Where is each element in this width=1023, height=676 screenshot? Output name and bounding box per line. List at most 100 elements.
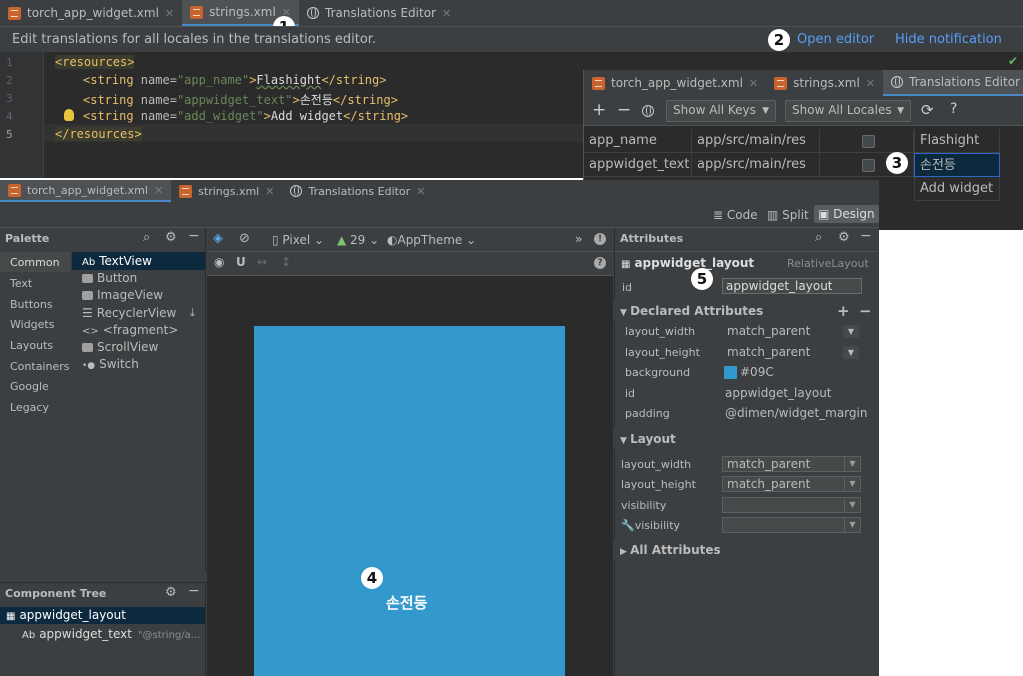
palette-item-switch[interactable]: •● Switch bbox=[82, 357, 139, 371]
split-mode-button[interactable]: ▥ Split bbox=[767, 208, 809, 222]
declared-attributes-header[interactable]: ▼ Declared Attributes + − bbox=[614, 301, 877, 321]
tab-translations-editor[interactable]: Translations Editor ✕ bbox=[282, 180, 433, 202]
palette-item-recyclerview[interactable]: ☰ RecyclerView bbox=[82, 306, 176, 320]
close-icon[interactable]: ✕ bbox=[866, 77, 875, 90]
layout-attr-dropdown[interactable]: ▼ bbox=[722, 497, 861, 513]
design-mode-button[interactable]: ▣ Design bbox=[814, 205, 879, 223]
palette-item-scrollview[interactable]: ScrollView bbox=[82, 340, 158, 354]
close-icon[interactable]: ✕ bbox=[165, 7, 174, 20]
gear-icon[interactable]: ⚙ bbox=[165, 230, 177, 245]
tab-label: Translations Editor bbox=[325, 6, 436, 20]
value-cell[interactable]: Add widget bbox=[914, 177, 1000, 201]
open-editor-link[interactable]: Open editor bbox=[797, 32, 874, 47]
add-key-button[interactable]: + bbox=[592, 100, 606, 120]
layout-attr-dropdown[interactable]: match_parent ▼ bbox=[722, 476, 861, 492]
all-attributes-header[interactable]: ▶ All Attributes bbox=[614, 540, 877, 560]
theme-dropdown[interactable]: ◐AppTheme ⌄ bbox=[387, 233, 476, 247]
layout-attr-dropdown[interactable]: ▼ bbox=[722, 517, 861, 533]
tree-item-root[interactable]: ▦ appwidget_layout bbox=[6, 608, 126, 622]
palette-item-fragment[interactable]: <> <fragment> bbox=[82, 323, 178, 337]
id-input[interactable]: appwidget_layout bbox=[722, 278, 862, 294]
widget-preview[interactable]: 손전등 bbox=[254, 326, 565, 676]
minimize-icon[interactable]: − bbox=[188, 583, 200, 599]
remove-key-button[interactable]: − bbox=[617, 100, 631, 120]
close-icon[interactable]: ✕ bbox=[154, 184, 163, 197]
add-locale-icon[interactable] bbox=[642, 105, 654, 117]
declared-attr-value[interactable]: appwidget_layout bbox=[725, 386, 832, 400]
palette-category-legacy[interactable]: Legacy bbox=[10, 401, 49, 414]
key-cell[interactable]: appwidget_text bbox=[584, 153, 692, 177]
help-icon[interactable]: ? bbox=[594, 257, 606, 269]
palette-category-common[interactable]: Common bbox=[10, 256, 60, 269]
android-icon: ▲ bbox=[337, 233, 351, 247]
show-keys-dropdown[interactable]: Show All Keys ▼ bbox=[666, 100, 776, 122]
close-icon[interactable]: ✕ bbox=[442, 7, 451, 20]
minimize-icon[interactable]: − bbox=[188, 228, 200, 244]
resource-cell[interactable]: app/src/main/res bbox=[692, 129, 820, 153]
palette-category-layouts[interactable]: Layouts bbox=[10, 339, 53, 352]
palette-category-google[interactable]: Google bbox=[10, 380, 49, 393]
palette-item-imageview[interactable]: ImageView bbox=[82, 288, 163, 302]
scroll-icon bbox=[82, 343, 93, 352]
overflow-icon[interactable]: » bbox=[575, 232, 582, 246]
palette-category-text[interactable]: Text bbox=[10, 277, 32, 290]
key-cell[interactable]: app_name bbox=[584, 129, 692, 153]
search-icon[interactable]: ⌕ bbox=[143, 230, 150, 245]
hide-notification-link[interactable]: Hide notification bbox=[895, 32, 1002, 47]
layout-attr-dropdown[interactable]: match_parent ▼ bbox=[722, 456, 861, 472]
gear-icon[interactable]: ⚙ bbox=[838, 230, 850, 245]
palette-category-widgets[interactable]: Widgets bbox=[10, 318, 54, 331]
download-icon[interactable]: ⤓ bbox=[190, 306, 195, 320]
palette-category-containers[interactable]: Containers bbox=[10, 360, 70, 373]
tab-translations-editor[interactable]: Translations Editor ✕ bbox=[299, 0, 459, 26]
value-cell[interactable]: Flashight bbox=[914, 129, 1000, 153]
chevron-down-icon[interactable]: ▼ bbox=[843, 325, 859, 338]
palette-item-textview[interactable]: Ab TextView bbox=[82, 254, 152, 268]
declared-attr-value[interactable]: match_parent bbox=[727, 345, 810, 359]
untranslatable-checkbox[interactable] bbox=[862, 159, 875, 172]
color-swatch[interactable] bbox=[724, 366, 737, 379]
tab-torch-app-widget[interactable]: torch_app_widget.xml ✕ bbox=[0, 180, 172, 202]
remove-icon[interactable]: − bbox=[859, 301, 872, 321]
tab-strings-xml[interactable]: strings.xml ✕ bbox=[766, 70, 883, 96]
vertical-constrain-icon[interactable]: ↕ bbox=[281, 255, 291, 269]
device-dropdown[interactable]: ▯ Pixel ⌄ bbox=[272, 233, 324, 247]
gear-icon[interactable]: ⚙ bbox=[165, 585, 177, 600]
palette-item-button[interactable]: Button bbox=[82, 271, 137, 285]
resource-cell[interactable]: app/src/main/res bbox=[692, 153, 820, 177]
palette-category-buttons[interactable]: Buttons bbox=[10, 298, 53, 311]
show-locales-dropdown[interactable]: Show All Locales ▼ bbox=[785, 100, 911, 122]
tab-torch-app-widget[interactable]: torch_app_widget.xml ✕ bbox=[584, 70, 766, 96]
untranslatable-checkbox[interactable] bbox=[862, 135, 875, 148]
tab-label: strings.xml bbox=[793, 76, 860, 90]
layout-section-header[interactable]: ▼ Layout bbox=[614, 429, 877, 449]
preview-text[interactable]: 손전등 bbox=[386, 592, 427, 613]
close-icon[interactable]: ✕ bbox=[265, 185, 274, 198]
add-icon[interactable]: + bbox=[837, 301, 850, 321]
close-icon[interactable]: ✕ bbox=[416, 185, 425, 198]
design-canvas[interactable]: 손전등 bbox=[207, 276, 613, 676]
code-mode-button[interactable]: ≣ Code bbox=[713, 208, 758, 222]
tree-item-child[interactable]: Ab appwidget_text "@string/a... bbox=[22, 627, 200, 641]
close-icon[interactable]: ✕ bbox=[749, 77, 758, 90]
horizontal-constrain-icon[interactable]: ↔ bbox=[257, 255, 267, 269]
warning-icon[interactable]: ! bbox=[594, 233, 606, 245]
api-dropdown[interactable]: ▲ 29 ⌄ bbox=[337, 233, 379, 247]
magnet-icon[interactable]: U bbox=[236, 255, 246, 269]
tab-torch-app-widget[interactable]: torch_app_widget.xml ✕ bbox=[0, 0, 182, 26]
value-cell-selected[interactable]: 손전등 bbox=[914, 153, 1000, 177]
orientation-icon[interactable]: ⊘ bbox=[239, 231, 250, 246]
minimize-icon[interactable]: − bbox=[860, 228, 872, 244]
refresh-icon[interactable]: ⟳ bbox=[921, 101, 934, 119]
declared-attr-value[interactable]: match_parent bbox=[727, 324, 810, 338]
declared-attr-value[interactable]: @dimen/widget_margin bbox=[725, 406, 867, 420]
tab-translations-editor[interactable]: Translations Editor ✕ bbox=[883, 70, 1023, 96]
tab-strings-xml[interactable]: strings.xml ✕ bbox=[171, 180, 282, 202]
eye-icon[interactable]: ◉ bbox=[214, 255, 224, 269]
lightbulb-icon[interactable] bbox=[64, 109, 74, 121]
declared-attr-value[interactable]: #09C bbox=[740, 365, 774, 379]
search-icon[interactable]: ⌕ bbox=[815, 230, 822, 245]
layers-icon[interactable]: ◈ bbox=[213, 231, 223, 246]
chevron-down-icon[interactable]: ▼ bbox=[843, 346, 859, 359]
help-button[interactable]: ? bbox=[950, 101, 957, 117]
